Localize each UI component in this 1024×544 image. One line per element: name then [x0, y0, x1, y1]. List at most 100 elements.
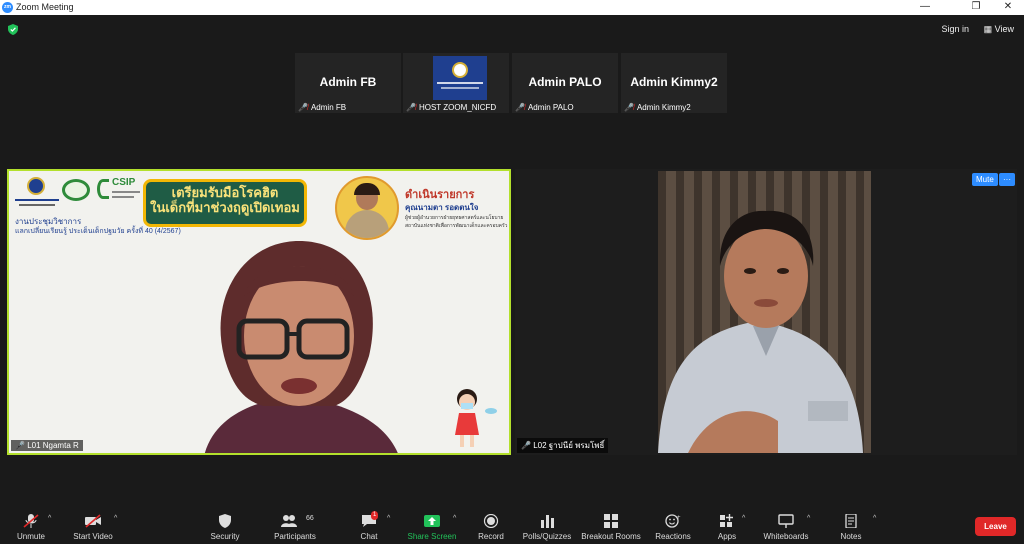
participants-button[interactable]: 66 Participants	[270, 505, 320, 544]
participant-name-label: 🎤̸ HOST ZOOM_NICFD	[406, 103, 496, 112]
encryption-shield-icon[interactable]	[8, 24, 18, 35]
apps-button[interactable]: Apps	[710, 505, 744, 544]
participant-display-name: Admin PALO	[528, 75, 602, 89]
participant-name-tag: 🎤 L01 Ngamta R	[11, 440, 83, 451]
apps-icon	[720, 514, 733, 527]
close-icon[interactable]: ✕	[993, 1, 1023, 12]
muted-mic-icon: 🎤̸	[406, 103, 416, 112]
tile-more-button[interactable]: ···	[999, 173, 1015, 186]
reactions-button[interactable]: + Reactions	[652, 505, 694, 544]
view-button[interactable]: ▦ View	[984, 24, 1014, 35]
participant-display-name: Admin Kimmy2	[630, 75, 718, 89]
record-button[interactable]: Record	[472, 505, 510, 544]
leave-button[interactable]: Leave	[975, 517, 1016, 536]
meeting-toolbar: Unmute ^ Start Video ^ Security 66 Parti…	[0, 505, 1024, 544]
chat-button[interactable]: 1 Chat	[352, 505, 386, 544]
participant-video-tile[interactable]: 🎤 L02 ฐาปนีย์ พรมโพธิ์	[515, 169, 1017, 455]
participant-thumbnail[interactable]: Admin PALO 🎤̸ Admin PALO	[512, 53, 618, 113]
record-label: Record	[478, 532, 504, 541]
seal-icon	[452, 62, 468, 78]
reactions-label: Reactions	[655, 532, 691, 541]
participant-thumbnail[interactable]: Admin FB 🎤̸ Admin FB	[295, 53, 401, 113]
muted-microphone-icon	[23, 514, 39, 528]
slide-banner: เตรียมรับมือโรคฮิต ในเด็กที่มาช่วงฤดูเปิ…	[143, 179, 307, 227]
whiteboards-button[interactable]: Whiteboards	[760, 505, 812, 544]
whiteboards-options-chevron-icon[interactable]: ^	[807, 515, 810, 522]
muted-mic-icon: 🎤̸	[624, 103, 634, 112]
maximize-icon[interactable]: ❐	[961, 1, 991, 12]
breakout-rooms-label: Breakout Rooms	[581, 532, 641, 541]
pinned-mic-icon: 🎤	[15, 441, 28, 450]
svg-text:+: +	[677, 515, 681, 521]
event-subtitle: แลกเปลี่ยนเรียนรู้ ประเด็นเด็กปฐมวัย ครั…	[15, 228, 181, 235]
video-options-chevron-icon[interactable]: ^	[114, 515, 117, 522]
share-options-chevron-icon[interactable]: ^	[453, 515, 456, 522]
notes-icon	[845, 514, 857, 528]
moderator-photo	[335, 176, 399, 240]
moderator-role: ผู้ช่วยผู้อำนวยการฝ่ายยุทธศาสตร์และนโยบา…	[405, 215, 504, 221]
polls-chart-icon	[541, 515, 554, 528]
muted-mic-icon: 🎤̸	[515, 103, 525, 112]
security-label: Security	[210, 532, 240, 541]
participant-name: Admin Kimmy2	[636, 103, 691, 112]
speaker-video	[204, 241, 398, 453]
participant-name: Admin PALO	[527, 103, 574, 112]
banner-title: เตรียมรับมือโรคฮิต	[171, 185, 279, 200]
participant-thumbnail[interactable]: Admin Kimmy2 🎤̸ Admin Kimmy2	[621, 53, 727, 113]
active-speaker-tile[interactable]: CSIP เตรียมรับมือโรคฮิต ในเด็กที่มาช่วงฤ…	[7, 169, 511, 455]
polls-button[interactable]: Polls/Quizzes	[520, 505, 574, 544]
participant-thumbnail[interactable]: 🎤̸ HOST ZOOM_NICFD	[403, 53, 509, 113]
child-clipart-icon	[455, 389, 497, 447]
video-off-icon	[85, 514, 101, 528]
participant-name: Admin FB	[310, 103, 347, 112]
participant-display-name: Admin FB	[319, 75, 377, 89]
pinned-mic-icon: 🎤	[521, 441, 534, 450]
participants-label: Participants	[274, 532, 316, 541]
participant-name: L01 Ngamta R	[27, 441, 79, 450]
share-screen-label: Share Screen	[407, 532, 457, 541]
participant-name-label: 🎤̸ Admin Kimmy2	[624, 103, 691, 112]
participants-icon	[281, 515, 297, 527]
ministry-logo	[62, 179, 90, 201]
share-screen-button[interactable]: Share Screen	[404, 505, 460, 544]
apps-options-chevron-icon[interactable]: ^	[742, 515, 745, 522]
csip-logo: CSIP	[97, 177, 143, 207]
participant-name-label: 🎤̸ Admin FB	[298, 103, 346, 112]
participants-count: 66	[306, 515, 314, 522]
tile-mute-button[interactable]: Mute	[972, 173, 998, 186]
more-options-chevron-icon[interactable]: ^	[873, 515, 876, 522]
start-video-button[interactable]: Start Video	[68, 505, 118, 544]
banner-subtitle: ในเด็กที่มาช่วงฤดูเปิดเทอม	[150, 200, 300, 215]
whiteboard-icon	[778, 514, 794, 528]
apps-label: Apps	[717, 532, 737, 541]
chat-label: Chat	[360, 532, 378, 541]
security-shield-icon	[219, 514, 231, 528]
csip-text: CSIP	[112, 177, 136, 188]
reactions-smiley-icon: +	[665, 514, 681, 528]
unmute-button[interactable]: Unmute	[10, 505, 52, 544]
unmute-label: Unmute	[16, 532, 45, 541]
meeting-topbar: Sign in ▦ View	[0, 15, 1024, 45]
institute-logo	[15, 177, 59, 209]
start-video-label: Start Video	[73, 532, 113, 541]
moderator-name: คุณนามตา รอดตนใจ	[405, 203, 479, 212]
zoom-logo-icon: zm	[2, 2, 13, 13]
notes-button[interactable]: Notes	[832, 505, 870, 544]
view-label: View	[994, 24, 1014, 34]
participant-name-label: 🎤̸ Admin PALO	[515, 103, 574, 112]
window-titlebar: zm Zoom Meeting — ❐ ✕	[0, 0, 1024, 15]
participant-name: L02 ฐาปนีย์ พรมโพธิ์	[533, 441, 605, 450]
record-icon	[483, 514, 499, 528]
muted-mic-icon: 🎤̸	[298, 103, 308, 112]
security-button[interactable]: Security	[205, 505, 245, 544]
breakout-rooms-button[interactable]: Breakout Rooms	[580, 505, 642, 544]
participant-name-tag: 🎤 L02 ฐาปนีย์ พรมโพธิ์	[517, 438, 609, 453]
sign-in-button[interactable]: Sign in	[941, 24, 969, 34]
chat-options-chevron-icon[interactable]: ^	[387, 515, 390, 522]
minimize-icon[interactable]: —	[910, 1, 940, 12]
audio-options-chevron-icon[interactable]: ^	[48, 515, 51, 522]
share-screen-icon	[424, 515, 440, 527]
participant-name: HOST ZOOM_NICFD	[418, 103, 497, 112]
chat-unread-badge: 1	[371, 511, 379, 520]
moderator-org: สถาบันแห่งชาติเพื่อการพัฒนาเด็กและครอบคร…	[405, 223, 508, 229]
